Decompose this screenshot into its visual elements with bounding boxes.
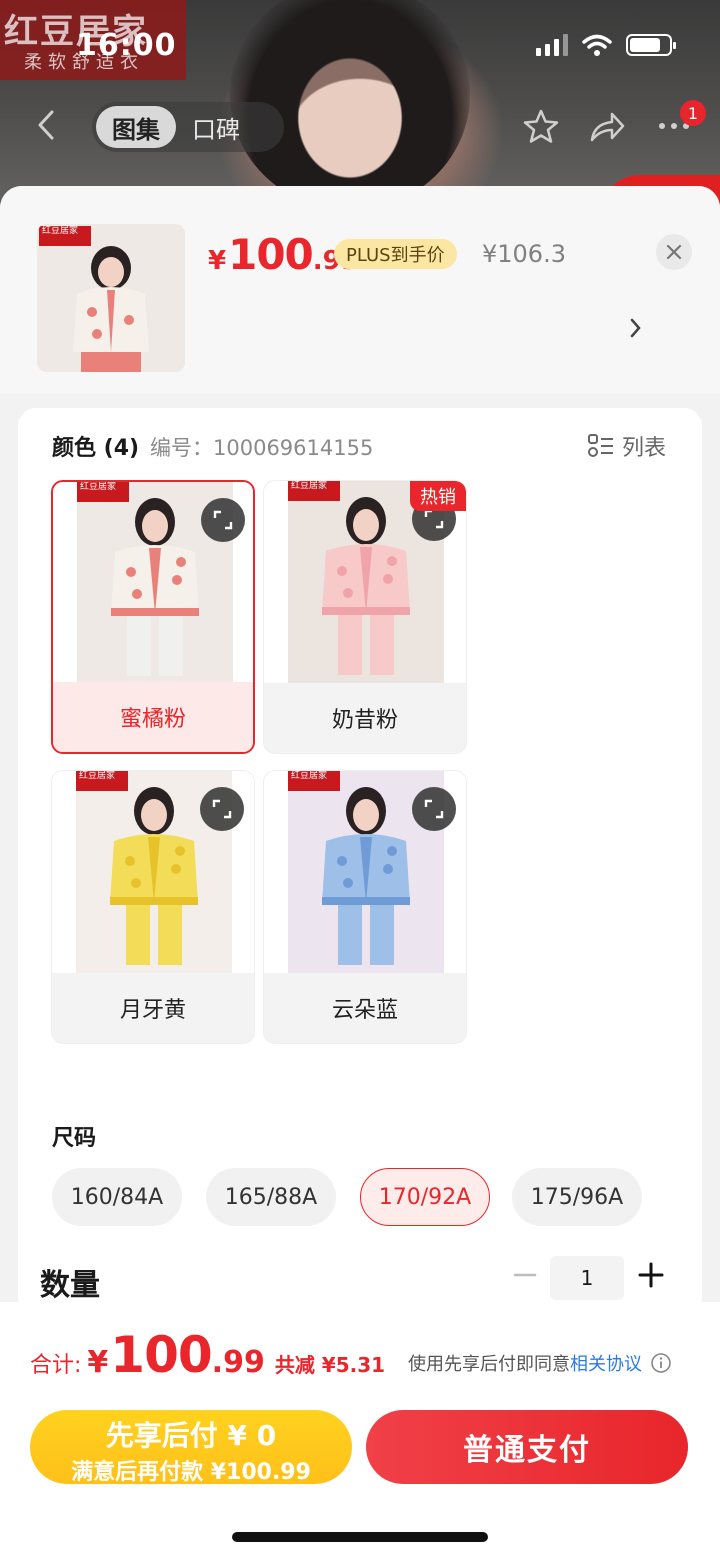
original-price: ¥106.3	[482, 240, 566, 268]
status-time: 16:00	[76, 28, 177, 63]
gallery-tab-switch: 图集 口碑	[92, 102, 284, 152]
thumb-brand-tag: 红豆居家	[39, 226, 91, 246]
close-icon	[666, 244, 682, 260]
color-option-1[interactable]: 红豆居家 蜜橘粉	[51, 480, 255, 754]
star-icon[interactable]	[522, 108, 560, 146]
brand-mini-tag: 红豆居家	[288, 481, 340, 501]
color-option-label: 月牙黄	[119, 998, 186, 1023]
color-option-2[interactable]: 红豆居家 热销 奶昔粉	[263, 480, 467, 754]
sheet-header: 红豆居家 ¥ 100 .99 PLUS到手价 ¥106.3	[0, 186, 720, 394]
pay-now-button[interactable]: 普通支付	[366, 1410, 688, 1484]
agreement-link[interactable]: 相关协议	[570, 1350, 642, 1376]
expand-icon	[213, 510, 233, 530]
back-icon[interactable]	[30, 108, 64, 142]
checkout-bar: 合计: ¥ 100 .99 共减 ¥5.31 使用先享后付即同意 相关协议 先享…	[0, 1302, 720, 1558]
quantity-title: 数量	[40, 1268, 100, 1303]
expand-button[interactable]	[201, 498, 245, 542]
total-amount: 合计: ¥ 100 .99 共减 ¥5.31	[30, 1326, 385, 1384]
status-icons	[536, 34, 676, 56]
list-toggle-label: 列表	[622, 436, 667, 461]
color-section-title: 颜色 (4)	[52, 436, 140, 461]
color-option-label: 云朵蓝	[331, 998, 398, 1023]
chevron-right-icon[interactable]	[626, 314, 646, 342]
price-integer: 100	[228, 230, 314, 279]
expand-button[interactable]	[200, 787, 244, 831]
size-option-160[interactable]: 160/84A	[52, 1168, 182, 1226]
notification-badge: 1	[680, 100, 706, 126]
product-thumbnail[interactable]: 红豆居家	[37, 224, 185, 372]
pay-later-line2: 满意后再付款 ¥100.99	[71, 1460, 311, 1485]
agreement-text: 使用先享后付即同意 相关协议	[408, 1350, 672, 1376]
total-saving: 共减 ¥5.31	[274, 1353, 386, 1377]
signal-icon	[536, 34, 568, 56]
total-label: 合计:	[30, 1353, 82, 1378]
agreement-prefix: 使用先享后付即同意	[408, 1354, 570, 1375]
info-icon[interactable]	[650, 1352, 672, 1374]
size-option-165[interactable]: 165/88A	[206, 1168, 336, 1226]
total-integer: 100	[110, 1326, 212, 1384]
wifi-icon	[582, 34, 612, 56]
sku-number: 编号：100069614155	[150, 436, 374, 460]
size-option-175[interactable]: 175/96A	[512, 1168, 642, 1226]
color-option-label: 蜜橘粉	[53, 682, 253, 752]
battery-icon	[626, 34, 676, 56]
expand-icon	[212, 799, 232, 819]
color-option-label: 奶昔粉	[331, 708, 398, 733]
share-icon[interactable]	[588, 108, 626, 146]
minus-icon[interactable]	[510, 1260, 540, 1290]
tab-gallery[interactable]: 图集	[96, 106, 176, 148]
pay-later-button[interactable]: 先享后付 ¥ 0 满意后再付款 ¥100.99	[30, 1410, 352, 1485]
pay-later-line1: 先享后付 ¥ 0	[105, 1419, 277, 1452]
total-currency: ¥	[87, 1345, 109, 1380]
price-currency: ¥	[208, 246, 227, 276]
expand-button[interactable]	[412, 787, 456, 831]
size-option-170[interactable]: 170/92A	[360, 1168, 490, 1226]
plus-price-tag: PLUS到手价	[334, 239, 457, 269]
color-option-3[interactable]: 红豆居家 月牙黄	[51, 770, 255, 1044]
close-button[interactable]	[656, 234, 692, 270]
plus-icon[interactable]	[636, 1260, 666, 1290]
brand-mini-tag: 红豆居家	[288, 771, 340, 791]
product-thumbnail-image	[37, 224, 185, 372]
total-decimal: .99	[211, 1345, 265, 1380]
brand-mini-tag: 红豆居家	[77, 482, 129, 502]
list-view-toggle[interactable]: 列表	[588, 430, 666, 462]
tab-reviews[interactable]: 口碑	[192, 102, 240, 152]
expand-icon	[424, 799, 444, 819]
list-icon	[588, 434, 613, 457]
quantity-input[interactable]: 1	[550, 1256, 624, 1300]
hot-sale-badge: 热销	[410, 481, 466, 511]
size-section-title: 尺码	[52, 1126, 97, 1151]
brand-mini-tag: 红豆居家	[76, 771, 128, 791]
home-indicator	[232, 1532, 488, 1542]
color-option-4[interactable]: 红豆居家 云朵蓝	[263, 770, 467, 1044]
